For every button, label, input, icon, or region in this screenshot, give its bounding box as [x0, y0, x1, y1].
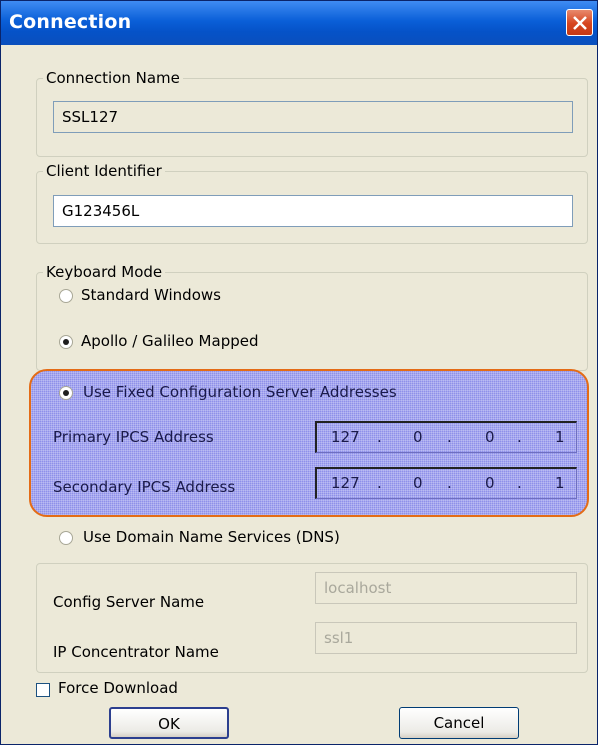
config-server-field[interactable]: localhost [315, 572, 577, 604]
standard-windows-radio[interactable] [59, 289, 73, 303]
primary-ipcs-label: Primary IPCS Address [53, 428, 214, 446]
ip-concentrator-label: IP Concentrator Name [53, 643, 219, 661]
primary-ipcs-field[interactable]: 127 . 0 . 0 . 1 [315, 421, 577, 453]
ok-button[interactable]: OK [109, 707, 229, 739]
primary-ip-dot-1: . [377, 428, 382, 446]
close-button[interactable] [566, 9, 593, 36]
force-download-checkbox[interactable] [36, 683, 50, 697]
fixed-config-label: Use Fixed Configuration Server Addresses [83, 383, 397, 401]
secondary-ip-dot-2: . [447, 474, 452, 492]
force-download-label: Force Download [58, 679, 178, 697]
client-identifier-legend: Client Identifier [46, 162, 162, 180]
dns-radio[interactable] [59, 531, 73, 545]
apollo-galileo-radio[interactable] [59, 335, 73, 349]
primary-ip-octet-3: 0 [485, 428, 495, 446]
primary-ip-octet-4: 1 [555, 428, 565, 446]
dns-label: Use Domain Name Services (DNS) [83, 528, 340, 546]
primary-ip-octet-1: 127 [331, 428, 360, 446]
secondary-ip-octet-1: 127 [331, 474, 360, 492]
connection-dialog: Connection Connection Name SSL127 Client… [0, 0, 598, 745]
client-identifier-field[interactable]: G123456L [53, 195, 573, 227]
apollo-galileo-label: Apollo / Galileo Mapped [81, 332, 259, 350]
primary-ip-dot-3: . [517, 428, 522, 446]
standard-windows-label: Standard Windows [81, 286, 221, 304]
secondary-ip-dot-3: . [517, 474, 522, 492]
primary-ip-dot-2: . [447, 428, 452, 446]
keyboard-mode-legend: Keyboard Mode [46, 263, 163, 281]
secondary-ip-octet-3: 0 [485, 474, 495, 492]
secondary-ipcs-label: Secondary IPCS Address [53, 478, 236, 496]
fixed-config-radio[interactable] [59, 386, 73, 400]
connection-name-legend: Connection Name [46, 69, 180, 87]
secondary-ip-dot-1: . [377, 474, 382, 492]
connection-name-field[interactable]: SSL127 [53, 101, 573, 133]
config-server-label: Config Server Name [53, 593, 205, 611]
secondary-ip-octet-4: 1 [555, 474, 565, 492]
close-icon [573, 16, 587, 30]
cancel-button[interactable]: Cancel [399, 707, 519, 739]
secondary-ip-octet-2: 0 [413, 474, 423, 492]
primary-ip-octet-2: 0 [413, 428, 423, 446]
keyboard-mode-group: Keyboard Mode [36, 263, 588, 371]
secondary-ipcs-field[interactable]: 127 . 0 . 0 . 1 [315, 467, 577, 499]
ip-concentrator-field[interactable]: ssl1 [315, 622, 577, 654]
window-title: Connection [9, 11, 132, 33]
title-bar[interactable]: Connection [1, 1, 597, 45]
